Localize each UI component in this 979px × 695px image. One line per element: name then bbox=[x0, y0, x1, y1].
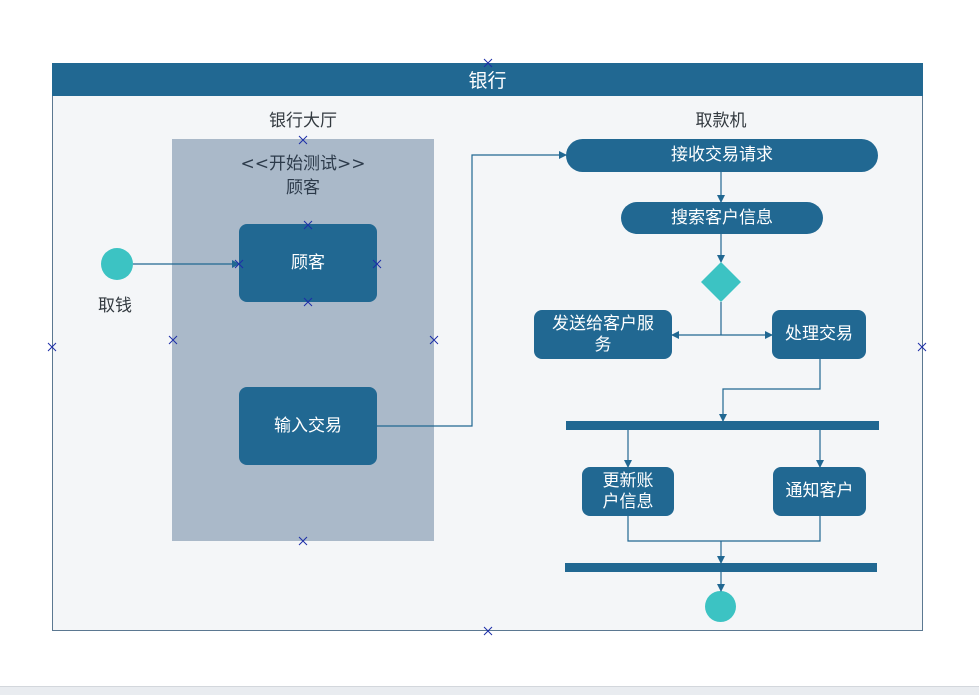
selection-handles bbox=[47, 58, 927, 636]
connector-layer bbox=[47, 58, 927, 636]
edge-input-to-receive bbox=[377, 151, 567, 427]
decision-node bbox=[701, 262, 741, 302]
edge-process-to-fork bbox=[719, 359, 821, 422]
edge-notify-to-join bbox=[721, 516, 821, 542]
edge-update-to-join bbox=[627, 516, 721, 542]
